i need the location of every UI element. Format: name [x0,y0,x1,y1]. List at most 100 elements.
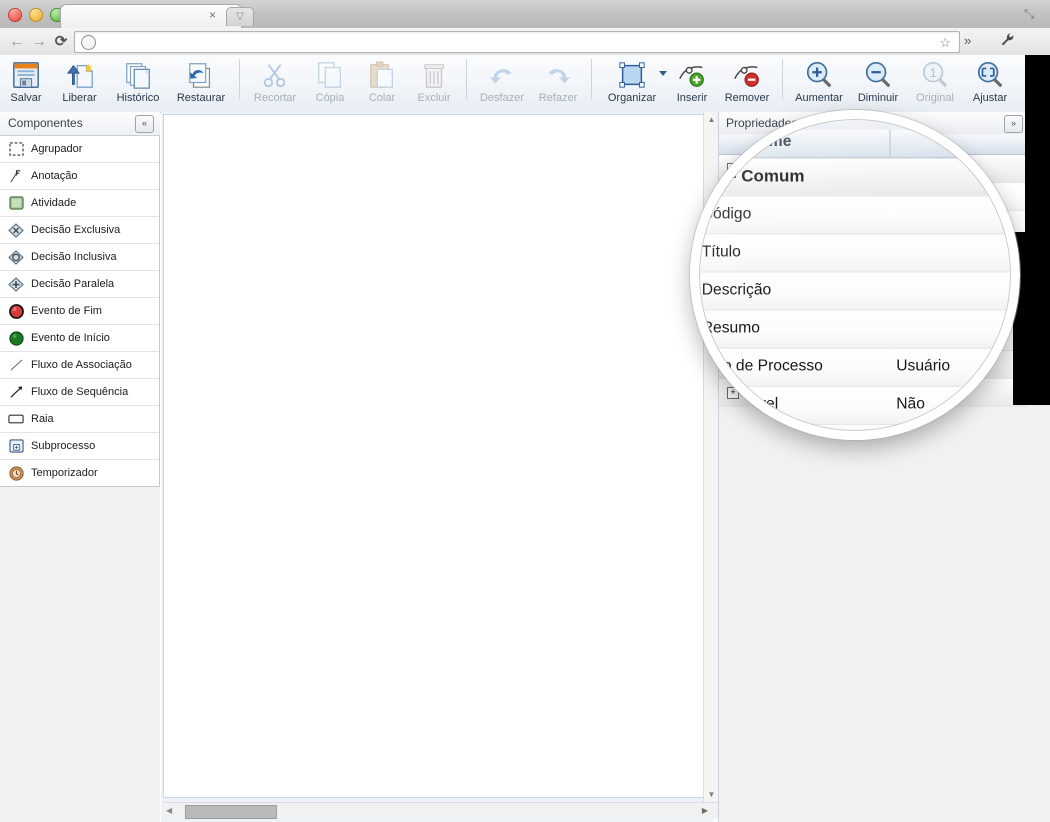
maximize-icon[interactable]: ⤡ [1024,6,1040,22]
component-item-label: Raia [31,413,54,425]
toolbar-button-diminuir[interactable]: Diminuir [849,55,907,112]
back-icon[interactable]: ← [8,33,26,51]
association-flow-icon [6,355,26,375]
property-row[interactable]: Descrição [719,239,1026,267]
collapse-panel-button[interactable]: « [135,115,154,133]
property-name: Título [731,218,760,230]
expand-group-icon[interactable]: + [727,359,739,371]
diagram-canvas[interactable] [163,114,707,798]
component-item-fluxo-de-sequencia[interactable]: Fluxo de Sequência [0,379,159,406]
zoom-in-icon [804,58,834,92]
subprocess-icon [6,436,26,456]
bookmark-star-icon[interactable]: ☆ [939,36,951,49]
property-value[interactable]: Não [874,330,895,342]
wrench-icon[interactable] [1000,32,1015,52]
start-event-icon [6,328,26,348]
save-icon [11,58,41,92]
property-group-label: 3 - Avançado [742,385,819,399]
diagram-canvas-area[interactable]: ▲ ▼ ◀ ▶ [161,112,719,822]
component-item-label: Fluxo de Associação [31,359,132,371]
component-item-label: Agrupador [31,143,83,155]
column-divider[interactable] [869,134,870,154]
trash-icon [419,58,449,92]
toolbar-button-salvar[interactable]: Salvar [0,55,52,112]
property-value[interactable]: Usuário [874,302,914,314]
tab-strip: × ▽ ⤡ [0,0,1050,29]
annotation-icon [6,166,26,186]
component-item-temporizador[interactable]: Temporizador [0,460,159,486]
property-name: Tipo de Processo [731,302,821,314]
component-item-decisao-exclusiva[interactable]: Decisão Exclusiva [0,217,159,244]
property-name: Resumo [731,274,774,286]
close-tab-icon[interactable]: × [207,9,218,21]
property-name: Código [731,190,768,202]
expand-group-icon[interactable]: + [727,387,739,399]
scroll-right-icon[interactable]: ▶ [702,806,708,816]
toolbar-button-historico[interactable]: Histórico [107,55,169,112]
screenshot-cutoff-region-lower [1013,232,1050,405]
new-tab-button[interactable]: ▽ [226,7,254,26]
component-item-label: Anotação [31,170,78,182]
component-item-label: Subprocesso [31,440,96,452]
toolbar-button-inserir[interactable]: Inserir [666,55,718,112]
component-item-decisao-paralela[interactable]: Decisão Paralela [0,271,159,298]
collapse-group-icon[interactable]: − [727,163,739,175]
expand-panel-button[interactable]: » [1004,115,1023,133]
minimize-window-button[interactable] [29,8,43,22]
component-item-anotacao[interactable]: Anotação [0,163,159,190]
properties-rows: −1 - Comum Código Título Descrição Resumo Tip… [719,155,1026,407]
exclusive-gateway-icon [6,220,26,240]
close-window-button[interactable] [8,8,22,22]
toolbar-button-copia: Cópia [304,55,356,112]
canvas-horizontal-scrollbar[interactable]: ◀ ▶ [163,802,718,819]
scroll-up-icon[interactable]: ▲ [706,114,717,125]
property-row[interactable]: Resumo [719,267,1026,295]
overflow-menu-icon[interactable]: » [964,33,971,49]
scroll-left-icon[interactable]: ◀ [166,806,172,816]
horizontal-scroll-thumb[interactable] [185,805,277,819]
window-controls[interactable] [8,8,64,22]
inclusive-gateway-icon [6,247,26,267]
toolbar-separator [466,59,467,99]
column-header-nome: Nome [765,137,797,149]
scroll-down-icon[interactable]: ▼ [706,789,717,800]
arrange-icon [617,58,647,92]
component-item-agrupador[interactable]: Agrupador [0,136,159,163]
toolbar-button-aumentar[interactable]: Aumentar [789,55,849,112]
toolbar-button-label: Histórico [116,92,160,104]
component-item-evento-de-fim[interactable]: Evento de Fim [0,298,159,325]
reload-icon[interactable]: ⟳ [52,33,70,51]
canvas-vertical-scrollbar[interactable]: ▲ ▼ [703,112,719,802]
toolbar-button-restaurar[interactable]: Restaurar [169,55,233,112]
forward-icon[interactable]: → [30,33,48,51]
toolbar-button-label: Salvar [10,92,42,104]
property-group-row[interactable]: +3 - Avançado [719,379,1026,407]
component-item-raia[interactable]: Raia [0,406,159,433]
component-item-decisao-inclusiva[interactable]: Decisão Inclusiva [0,244,159,271]
property-group-row[interactable]: +2 - Documentos do Processo [719,351,1026,379]
component-item-fluxo-de-associacao[interactable]: Fluxo de Associação [0,352,159,379]
properties-grid: Nome −1 - Comum Código Título Descrição Resu… [719,134,1026,407]
toolbar-button-refazer: Refazer [531,55,585,112]
toolbar-button-ajustar[interactable]: Ajustar [963,55,1017,112]
component-item-subprocesso[interactable]: Subprocesso [0,433,159,460]
restore-icon [186,58,216,92]
toolbar-button-label: Recortar [253,92,297,104]
property-group-row[interactable]: −1 - Comum [719,155,1026,183]
toolbar-button-desfazer: Desfazer [473,55,531,112]
property-row[interactable]: Executável Não [719,323,1026,351]
screenshot-cutoff-region [1025,55,1050,232]
toolbar-button-remover[interactable]: Remover [718,55,776,112]
toolbar-buttons: Salvar Liberar Histórico Restaurar Recortar C… [0,55,1050,112]
address-bar[interactable]: ☆ [74,31,960,53]
toolbar-button-label: Diminuir [857,92,899,104]
property-row[interactable]: Tipo de Processo Usuário [719,295,1026,323]
toolbar-button-liberar[interactable]: Liberar [52,55,107,112]
component-item-evento-de-inicio[interactable]: Evento de Início [0,325,159,352]
component-item-atividade[interactable]: Atividade [0,190,159,217]
toolbar-button-label: Cópia [315,92,345,104]
toolbar-button-label: Desfazer [479,92,525,104]
property-row[interactable]: Título [719,211,1026,239]
toolbar-button-organizar[interactable]: Organizar [598,55,667,112]
property-row[interactable]: Código [719,183,1026,211]
